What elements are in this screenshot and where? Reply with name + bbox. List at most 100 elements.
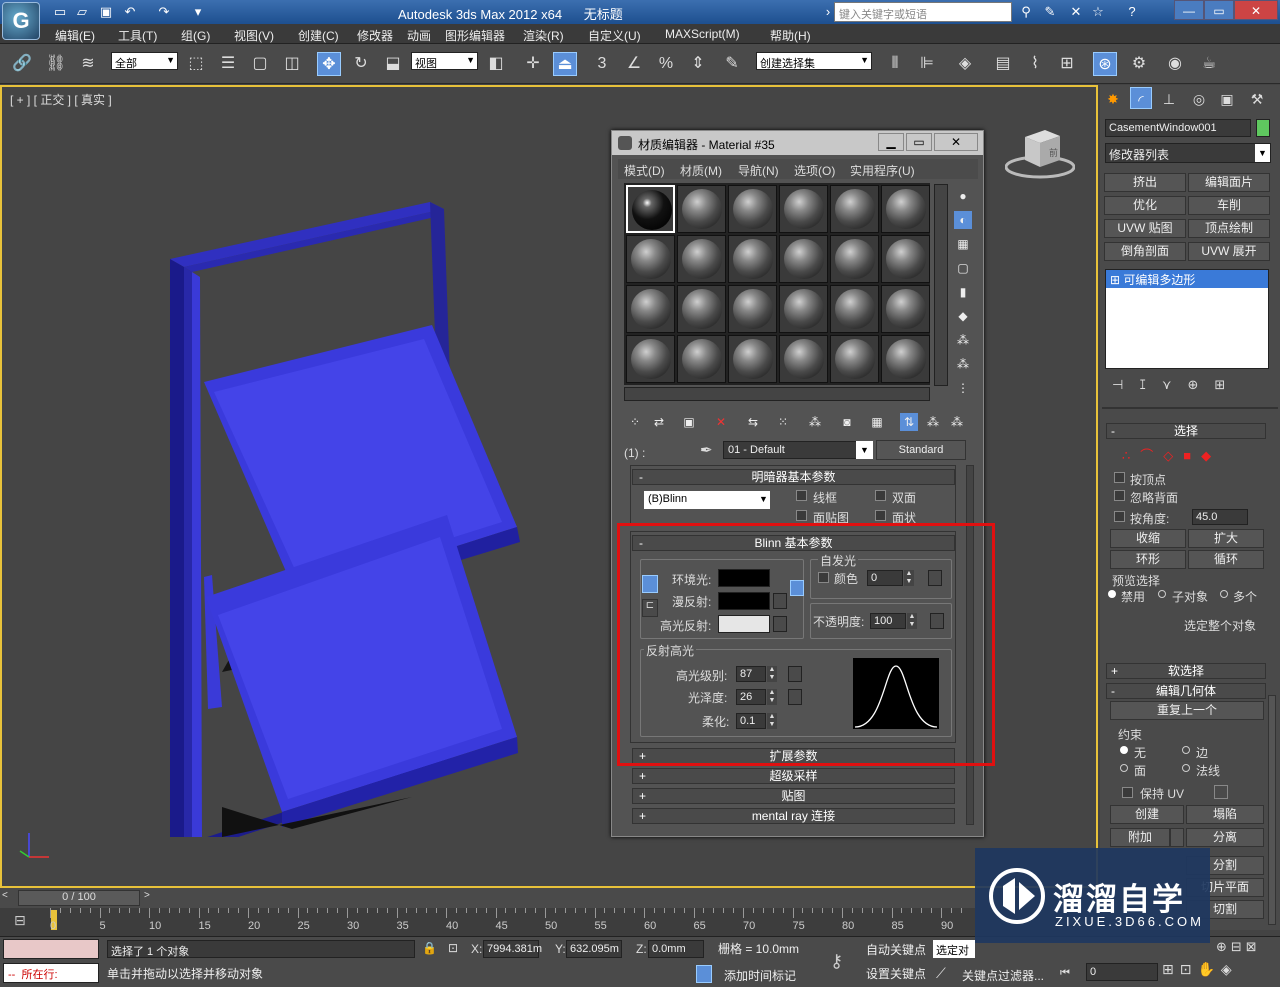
pick-material-icon[interactable]: ⁂ — [948, 413, 966, 431]
shader-basic-rollout[interactable]: - 明暗器基本参数 — [632, 469, 955, 485]
preserve-uv-settings-icon[interactable] — [1214, 785, 1228, 799]
window-crossing-icon[interactable]: ◫ — [280, 52, 304, 76]
menu-maxscript[interactable]: MAXScript(M) — [665, 27, 740, 41]
next-frame-icon[interactable]: > — [144, 890, 158, 906]
supersampling-rollout[interactable]: + 超级采样 — [632, 768, 955, 784]
repeat-last-button[interactable]: 重复上一个 — [1110, 701, 1264, 720]
align-icon[interactable]: ⊫ — [915, 52, 939, 76]
material-type-button[interactable]: Standard — [876, 440, 966, 460]
menu-group[interactable]: 组(G) — [181, 27, 210, 44]
mated-minimize-button[interactable]: ▁ — [878, 133, 904, 151]
snap-3d-icon[interactable]: 3 — [590, 52, 614, 76]
select-move-icon[interactable]: ✥ — [317, 52, 341, 76]
edit-geometry-rollout[interactable]: - 编辑几何体 — [1106, 683, 1266, 699]
absolute-mode-icon[interactable]: ⊡ — [448, 941, 458, 955]
track-bar[interactable]: ⊟ 0 5 10 15 20 25 30 35 40 45 50 55 60 65 70 75 80 85 90 — [0, 908, 975, 936]
key-mode-toggle-icon[interactable]: ⏮ — [1060, 967, 1070, 980]
render-production-icon[interactable]: ☕ — [1197, 52, 1221, 76]
optimize-modifier-button[interactable]: 优化 — [1104, 196, 1186, 215]
material-sample-slot[interactable] — [728, 235, 777, 283]
constraint-normal-radio[interactable] — [1182, 764, 1190, 772]
material-sample-slot[interactable] — [881, 185, 930, 233]
select-rotate-icon[interactable]: ↻ — [349, 52, 373, 76]
percent-snap-icon[interactable]: % — [654, 52, 678, 76]
make-unique-icon[interactable]: ⇆ — [744, 413, 762, 431]
close-button[interactable]: ✕ — [1234, 0, 1278, 20]
tools-icon[interactable]: ✎ — [1042, 4, 1058, 20]
manipulate-icon[interactable]: ✛ — [521, 52, 545, 76]
by-angle-checkbox[interactable] — [1114, 511, 1125, 522]
menu-customize[interactable]: 自定义(U) — [588, 27, 641, 44]
menu-rendering[interactable]: 渲染(R) — [523, 27, 564, 44]
minimize-button[interactable]: — — [1174, 0, 1204, 20]
material-navigator-icon[interactable]: ⋮ — [954, 379, 972, 397]
rendered-frame-icon[interactable]: ◉ — [1163, 52, 1187, 76]
go-to-parent-icon[interactable]: ⇅ — [900, 413, 918, 431]
mirror-icon[interactable]: ⫴ — [883, 52, 907, 76]
hierarchy-tab-icon[interactable]: ⊥ — [1158, 87, 1180, 109]
material-sample-slot[interactable] — [881, 235, 930, 283]
key-icon[interactable]: ⚷ — [830, 951, 843, 972]
display-tab-icon[interactable]: ▣ — [1216, 87, 1238, 109]
select-scale-icon[interactable]: ⬓ — [381, 52, 405, 76]
time-slider-thumb[interactable]: 0 / 100 — [18, 890, 140, 906]
casement-window-model[interactable] — [162, 197, 532, 837]
loop-button[interactable]: 循环 — [1188, 550, 1264, 569]
options-icon[interactable]: ⁂ — [954, 331, 972, 349]
material-sample-slot[interactable] — [830, 235, 879, 283]
mmenu-utilities[interactable]: 实用程序(U) — [850, 162, 915, 179]
help-icon[interactable]: ? — [1124, 4, 1140, 20]
curve-editor-mini-icon[interactable]: ⊟ — [14, 912, 26, 929]
create-tab-icon[interactable]: ✸ — [1102, 87, 1124, 109]
unwrap-uvw-modifier-button[interactable]: UVW 展开 — [1188, 242, 1270, 261]
preview-subobject-radio[interactable] — [1158, 590, 1166, 598]
menu-help[interactable]: 帮助(H) — [770, 27, 811, 44]
viewport-nav-icons[interactable]: ⊞⊡✋◈ — [1162, 961, 1274, 983]
app-logo-icon[interactable]: G — [2, 2, 40, 40]
command-panel-scrollbar[interactable] — [1268, 695, 1276, 925]
edit-named-sets-icon[interactable]: ✎ — [720, 52, 744, 76]
mental-ray-rollout[interactable]: + mental ray 连接 — [632, 808, 955, 824]
search-input[interactable]: 键入关键字或短语 — [834, 2, 1012, 22]
material-sample-slot[interactable] — [830, 185, 879, 233]
modify-tab-icon[interactable]: ◜ — [1130, 87, 1152, 109]
unlink-icon[interactable]: ⛓ — [44, 52, 68, 76]
time-tag-icon[interactable] — [696, 965, 712, 983]
menu-edit[interactable]: 编辑(E) — [55, 27, 95, 44]
go-forward-sibling-icon[interactable]: ⁂ — [924, 413, 942, 431]
angle-snap-icon[interactable]: ∠ — [622, 52, 646, 76]
select-by-material-icon[interactable]: ⁂ — [954, 355, 972, 373]
material-sample-slot[interactable] — [626, 335, 675, 383]
running-line-field[interactable]: -- 所在行: — [3, 963, 99, 983]
ignore-backfacing-checkbox[interactable] — [1114, 490, 1125, 501]
menu-views[interactable]: 视图(V) — [234, 27, 274, 44]
material-sample-slot[interactable] — [779, 185, 828, 233]
two-sided-checkbox[interactable] — [875, 490, 886, 501]
subobject-level-icons[interactable]: ∴⌒◇■◆ — [1122, 445, 1262, 463]
material-name-field[interactable]: 01 - Default — [723, 441, 873, 459]
object-name-field[interactable]: CasementWindow001 — [1105, 119, 1251, 137]
motion-tab-icon[interactable]: ◎ — [1188, 87, 1210, 109]
material-editor-titlebar[interactable]: 材质编辑器 - Material #35 ▁ ▭ ✕ — [612, 131, 983, 155]
material-sample-slot[interactable] — [677, 185, 726, 233]
material-sample-slot[interactable] — [626, 285, 675, 333]
put-to-library-icon[interactable]: ⁙ — [774, 413, 792, 431]
mmenu-material[interactable]: 材质(M) — [680, 162, 722, 179]
modifier-stack-list[interactable]: ⊞ 可编辑多边形 — [1105, 269, 1269, 369]
modifier-list-dropdown[interactable]: 修改器列表 — [1105, 143, 1271, 163]
background-icon[interactable]: ▦ — [954, 235, 972, 253]
stack-tool-icons[interactable]: ⊣ꕯ⋎⊕⊞ — [1112, 377, 1272, 395]
face-map-checkbox[interactable] — [796, 510, 807, 521]
lathe-modifier-button[interactable]: 车削 — [1188, 196, 1270, 215]
material-id-icon[interactable]: ⁂ — [806, 413, 824, 431]
constraint-none-radio[interactable] — [1120, 746, 1128, 754]
expand-plus-icon[interactable]: ⊞ — [1110, 273, 1120, 287]
set-key-label[interactable]: 设置关键点 — [866, 965, 926, 982]
eyedropper-icon[interactable]: ✒ — [700, 441, 713, 459]
make-preview-icon[interactable]: ◆ — [954, 307, 972, 325]
viewport-label[interactable]: [ + ] [ 正交 ] [ 真实 ] — [10, 91, 112, 108]
edit-patch-modifier-button[interactable]: 编辑面片 — [1188, 173, 1270, 192]
redo-icon[interactable]: ↷ — [156, 4, 172, 20]
faceted-checkbox[interactable] — [875, 510, 886, 521]
keyboard-shortcut-toggle-icon[interactable]: ⏏ — [553, 52, 577, 76]
